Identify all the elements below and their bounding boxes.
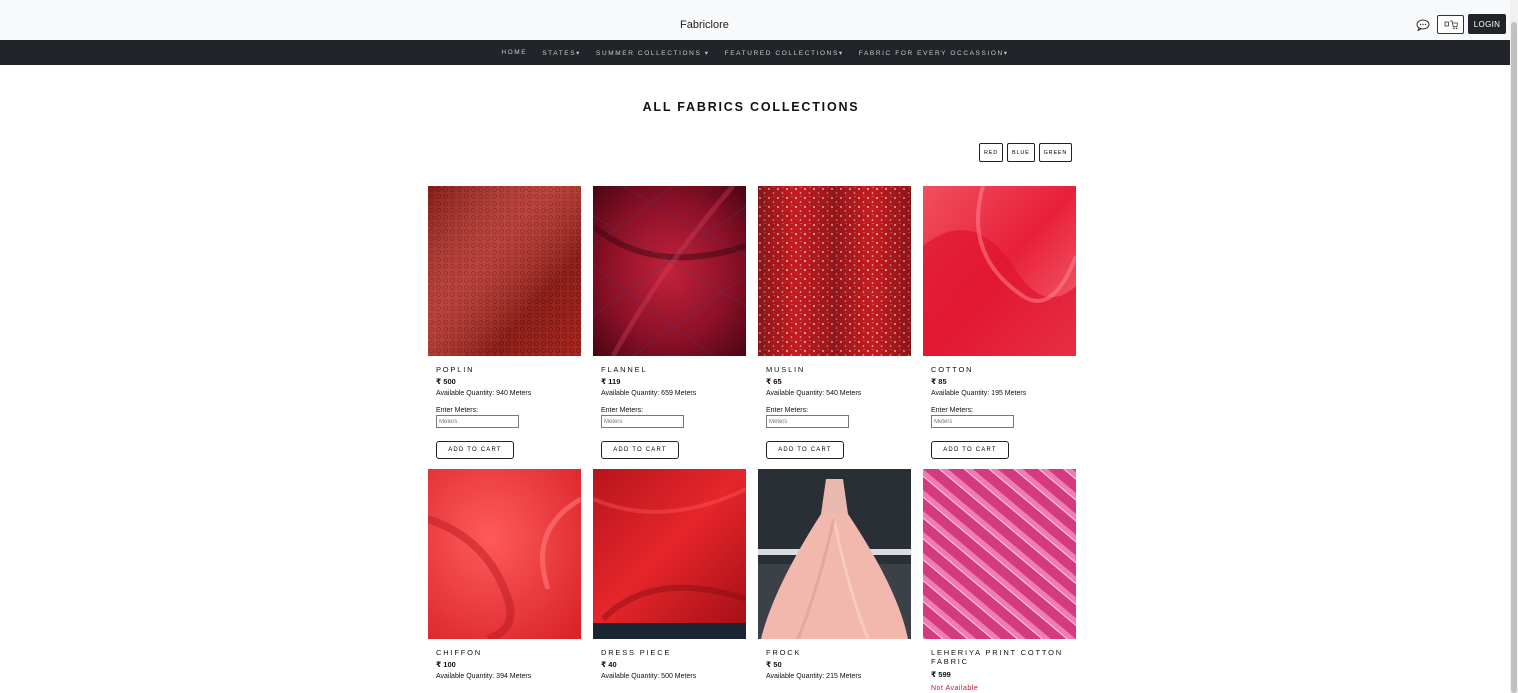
filter-blue-button[interactable]: BLUE <box>1007 143 1035 162</box>
meters-label: Enter Meters: <box>601 407 644 415</box>
product-image[interactable] <box>923 469 1076 639</box>
product-card: MUSLIN ₹ 65 Available Quantity: 540 Mete… <box>758 186 911 460</box>
color-filters: RED BLUE GREEN <box>979 143 1073 162</box>
product-name: CHIFFON <box>436 648 482 657</box>
add-to-cart-button[interactable]: ADD TO CART <box>601 441 679 460</box>
filter-green-button[interactable]: GREEN <box>1038 143 1073 162</box>
product-quantity: Available Quantity: 215 Meters <box>766 673 862 681</box>
scrollbar-thumb[interactable] <box>1511 22 1517 693</box>
product-price: ₹ 500 <box>436 377 456 387</box>
page-title: ALL FABRICS COLLECTIONS <box>642 100 860 114</box>
meters-input[interactable] <box>601 415 684 429</box>
meters-input[interactable] <box>436 415 519 429</box>
meters-label: Enter Meters: <box>766 407 809 415</box>
add-to-cart-button[interactable]: ADD TO CART <box>436 441 514 460</box>
top-header: Fabriclore LOGIN <box>0 0 1510 40</box>
product-card: POPLIN ₹ 500 Available Quantity: 940 Met… <box>428 186 581 460</box>
meters-label: Enter Meters: <box>436 407 479 415</box>
brand-logo[interactable]: Fabriclore <box>680 19 729 31</box>
meters-input[interactable] <box>766 415 849 429</box>
product-price: ₹ 100 <box>436 660 456 670</box>
product-image[interactable] <box>758 469 911 639</box>
product-price: ₹ 50 <box>766 660 782 670</box>
main-navbar: HOME STATES▾ SUMMER COLLECTIONS ▾ FEATUR… <box>0 40 1510 65</box>
availability-status: Not Available <box>931 684 979 692</box>
product-price: ₹ 40 <box>601 660 617 670</box>
product-price: ₹ 65 <box>766 377 782 387</box>
product-price: ₹ 599 <box>931 669 951 679</box>
add-to-cart-button[interactable]: ADD TO CART <box>931 441 1009 460</box>
meters-input[interactable] <box>931 415 1014 429</box>
product-name: MUSLIN <box>766 365 806 374</box>
product-image[interactable] <box>428 469 581 639</box>
product-name: FROCK <box>766 648 802 657</box>
product-price: ₹ 119 <box>601 377 621 387</box>
product-name: LEHERIYA PRINT COTTON FABRIC <box>931 648 1063 667</box>
product-image[interactable] <box>593 469 746 639</box>
add-to-cart-button[interactable]: ADD TO CART <box>766 441 844 460</box>
product-card: FLANNEL ₹ 119 Available Quantity: 659 Me… <box>593 186 746 460</box>
meters-label: Enter Meters: <box>931 407 974 415</box>
nav-home[interactable]: HOME <box>501 49 527 56</box>
product-price: ₹ 85 <box>931 377 947 387</box>
product-quantity: Available Quantity: 659 Meters <box>601 390 697 398</box>
product-name: POPLIN <box>436 365 475 374</box>
product-name: COTTON <box>931 365 974 374</box>
product-card: DRESS PIECE ₹ 40 Available Quantity: 500… <box>593 469 746 680</box>
login-button[interactable]: LOGIN <box>1468 14 1506 34</box>
product-quantity: Available Quantity: 940 Meters <box>436 390 532 398</box>
product-image[interactable] <box>923 186 1076 356</box>
product-card: LEHERIYA PRINT COTTON FABRIC ₹ 599 Not A… <box>923 469 1076 692</box>
nav-states-dropdown[interactable]: STATES▾ <box>542 49 581 57</box>
cart-icon <box>1444 20 1458 29</box>
product-quantity: Available Quantity: 540 Meters <box>766 390 862 398</box>
nav-summer-collections-dropdown[interactable]: SUMMER COLLECTIONS ▾ <box>596 49 710 57</box>
nav-featured-collections-dropdown[interactable]: FEATURED COLLECTIONS▾ <box>725 49 844 57</box>
cart-button[interactable] <box>1437 15 1464 34</box>
chat-icon[interactable] <box>1416 19 1430 31</box>
product-quantity: Available Quantity: 500 Meters <box>601 673 697 681</box>
filter-red-button[interactable]: RED <box>979 143 1004 162</box>
product-name: FLANNEL <box>601 365 648 374</box>
nav-fabric-occasion-dropdown[interactable]: FABRIC FOR EVERY OCCASSION▾ <box>859 49 1009 57</box>
product-name: DRESS PIECE <box>601 648 672 657</box>
product-quantity: Available Quantity: 195 Meters <box>931 390 1027 398</box>
product-image[interactable] <box>758 186 911 356</box>
product-image[interactable] <box>593 186 746 356</box>
product-card: FROCK ₹ 50 Available Quantity: 215 Meter… <box>758 469 911 680</box>
product-quantity: Available Quantity: 394 Meters <box>436 673 532 681</box>
product-card: CHIFFON ₹ 100 Available Quantity: 394 Me… <box>428 469 581 680</box>
product-image[interactable] <box>428 186 581 356</box>
product-card: COTTON ₹ 85 Available Quantity: 195 Mete… <box>923 186 1076 460</box>
